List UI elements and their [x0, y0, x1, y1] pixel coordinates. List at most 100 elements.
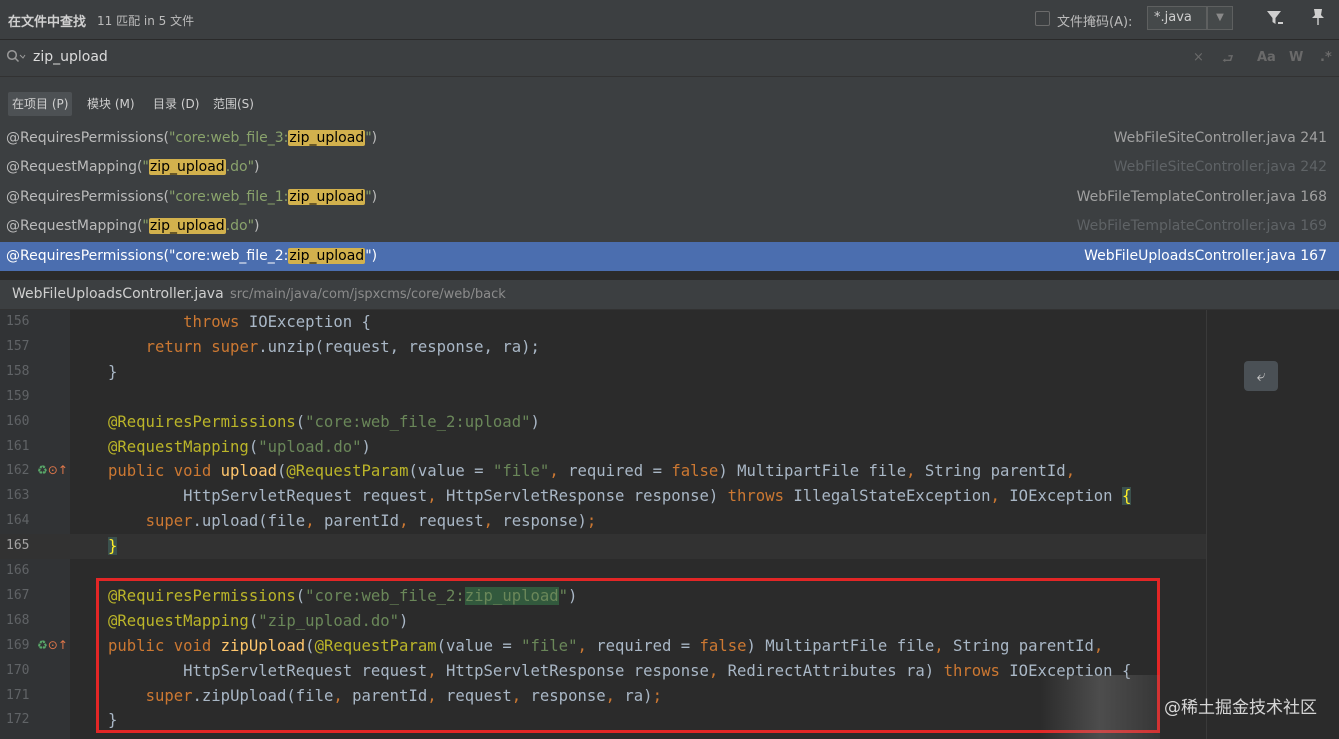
code-token: )	[361, 437, 371, 456]
snippet-annotation: @RequiresPermissions(	[6, 129, 169, 146]
clear-icon[interactable]: ×	[1193, 50, 1204, 65]
regex-icon[interactable]: .*	[1320, 50, 1332, 65]
result-snippet: @RequestMapping("zip_upload.do")	[6, 159, 260, 176]
code-token: return super	[145, 337, 259, 356]
snippet-annotation: @RequiresPermissions(	[6, 247, 169, 264]
result-row[interactable]: @RequiresPermissions("core:web_file_1:zi…	[0, 183, 1339, 212]
watermark: @稀土掘金技术社区	[1164, 698, 1317, 718]
gutter-icons[interactable]: ♻⊙↑	[37, 463, 68, 477]
line-number: 159	[6, 388, 30, 404]
snippet-annotation: @RequestMapping(	[6, 218, 143, 235]
line-number: 163	[6, 488, 30, 504]
snippet-string: "	[142, 218, 149, 235]
code-token: ,	[305, 512, 324, 531]
code-token: HttpServletResponse response)	[445, 487, 728, 506]
override-icon[interactable]: ⊙↑	[48, 463, 68, 477]
line-number: 169	[6, 637, 30, 653]
line-number: 158	[6, 363, 30, 379]
filter-icon[interactable]	[1266, 10, 1284, 30]
snippet-paren: )	[371, 129, 378, 146]
search-icon[interactable]	[6, 49, 26, 69]
result-file-location: WebFileTemplateController.java 169	[1076, 218, 1327, 235]
file-mask-input[interactable]: *.java	[1147, 6, 1207, 30]
match-highlight: zip_upload	[288, 129, 366, 146]
code-token: @RequiresPermissions	[108, 412, 296, 431]
watermark-blur	[1040, 675, 1160, 739]
code-token: "core:web_file_2:upload"	[305, 412, 531, 431]
file-mask-label[interactable]: 文件掩码(A):	[1057, 11, 1132, 30]
tab-scope[interactable]: 范围(S)	[209, 92, 258, 116]
search-input[interactable]: zip_upload	[33, 49, 108, 65]
code-token: HttpServletRequest request	[108, 487, 428, 506]
code-token: false	[671, 462, 719, 481]
find-in-files-header: 在文件中查找 11 匹配 in 5 文件 文件掩码(A): *.java ▼	[0, 0, 1339, 40]
code-line: 156 throws IOException {	[0, 310, 1206, 335]
result-row[interactable]: @RequestMapping("zip_upload.do") WebFileS…	[0, 153, 1339, 182]
code-token: super	[145, 512, 193, 531]
code-token: (	[295, 412, 306, 431]
code-text: }	[108, 537, 118, 556]
code-line: 162 ♻⊙↑ public void upload(@RequestParam(v…	[0, 459, 1206, 484]
code-text: @RequiresPermissions("core:web_file_2:up…	[108, 413, 540, 431]
code-token: "upload.do"	[258, 437, 362, 456]
snippet-paren: )	[371, 188, 378, 205]
line-number: 171	[6, 687, 30, 703]
code-token: ,	[399, 512, 418, 531]
line-number: 168	[6, 612, 30, 628]
chevron-down-icon[interactable]: ▼	[1207, 6, 1233, 30]
result-row[interactable]: @RequiresPermissions("core:web_file_3:zi…	[0, 124, 1339, 153]
code-token: ,	[906, 462, 925, 481]
pin-icon[interactable]	[1310, 8, 1326, 30]
code-text: throws IOException {	[108, 313, 371, 331]
newline-icon[interactable]: ⮐	[1222, 50, 1234, 72]
code-token: @RequestMapping	[108, 437, 249, 456]
snippet-paren: )	[254, 218, 260, 235]
line-number: 160	[6, 413, 30, 429]
line-number: 166	[6, 563, 30, 578]
result-snippet: @RequiresPermissions("core:web_file_3:zi…	[6, 129, 378, 146]
line-number: 165	[6, 538, 30, 554]
result-file-location: WebFileTemplateController.java 168	[1076, 188, 1327, 205]
code-token: public void	[108, 462, 221, 481]
code-token: request	[417, 512, 484, 531]
soft-wrap-icon[interactable]: ⤶	[1244, 361, 1278, 391]
tab-project[interactable]: 在项目 (P)	[8, 92, 73, 116]
run-icon[interactable]: ♻	[37, 463, 48, 477]
code-token: ,	[1065, 462, 1076, 481]
code-token: IOException	[1009, 487, 1122, 506]
code-line: 165}	[0, 534, 1206, 560]
result-row[interactable]: @RequiresPermissions("core:web_file_2:zi…	[0, 241, 1339, 271]
code-token: .unzip(request, response, ra);	[258, 337, 540, 356]
code-token: "file"	[492, 462, 550, 481]
snippet-paren: )	[371, 247, 378, 264]
match-case-icon[interactable]: Aa	[1257, 50, 1276, 65]
code-token: response)	[502, 512, 587, 531]
preview-file-header: WebFileUploadsController.java src/main/j…	[0, 280, 1339, 310]
code-text: public void upload(@RequestParam(value =…	[108, 462, 1075, 480]
match-highlight: zip_upload	[148, 159, 226, 176]
code-token: {	[1121, 487, 1132, 506]
match-highlight: zip_upload	[288, 188, 366, 205]
line-number: 156	[6, 314, 30, 329]
tab-directory[interactable]: 目录 (D)	[149, 92, 203, 116]
code-token: }	[108, 537, 118, 556]
code-preview[interactable]: ⤶ 156 throws IOException {157 return sup…	[0, 310, 1339, 739]
whole-words-icon[interactable]: W	[1289, 50, 1303, 65]
gutter-icons[interactable]: ♻⊙↑	[37, 638, 68, 652]
result-row[interactable]: @RequestMapping("zip_upload.do") WebFileT…	[0, 212, 1339, 241]
result-snippet: @RequiresPermissions("core:web_file_1:zi…	[6, 188, 378, 205]
line-number: 161	[6, 438, 30, 454]
code-line: 160 @RequiresPermissions("core:web_file_2…	[0, 410, 1206, 435]
file-mask-checkbox[interactable]	[1035, 11, 1050, 26]
code-token: throws	[727, 487, 794, 506]
line-number: 167	[6, 587, 30, 603]
right-margin-guide	[1206, 310, 1207, 739]
result-snippet: @RequiresPermissions("core:web_file_2:zi…	[6, 247, 378, 264]
run-icon[interactable]: ♻	[37, 638, 48, 652]
code-token: IllegalStateException	[793, 487, 991, 506]
match-count: 11 匹配 in 5 文件	[97, 14, 195, 28]
dialog-title: 在文件中查找	[8, 15, 87, 30]
tab-module[interactable]: 模块 (M)	[83, 92, 139, 116]
override-icon[interactable]: ⊙↑	[48, 638, 68, 652]
